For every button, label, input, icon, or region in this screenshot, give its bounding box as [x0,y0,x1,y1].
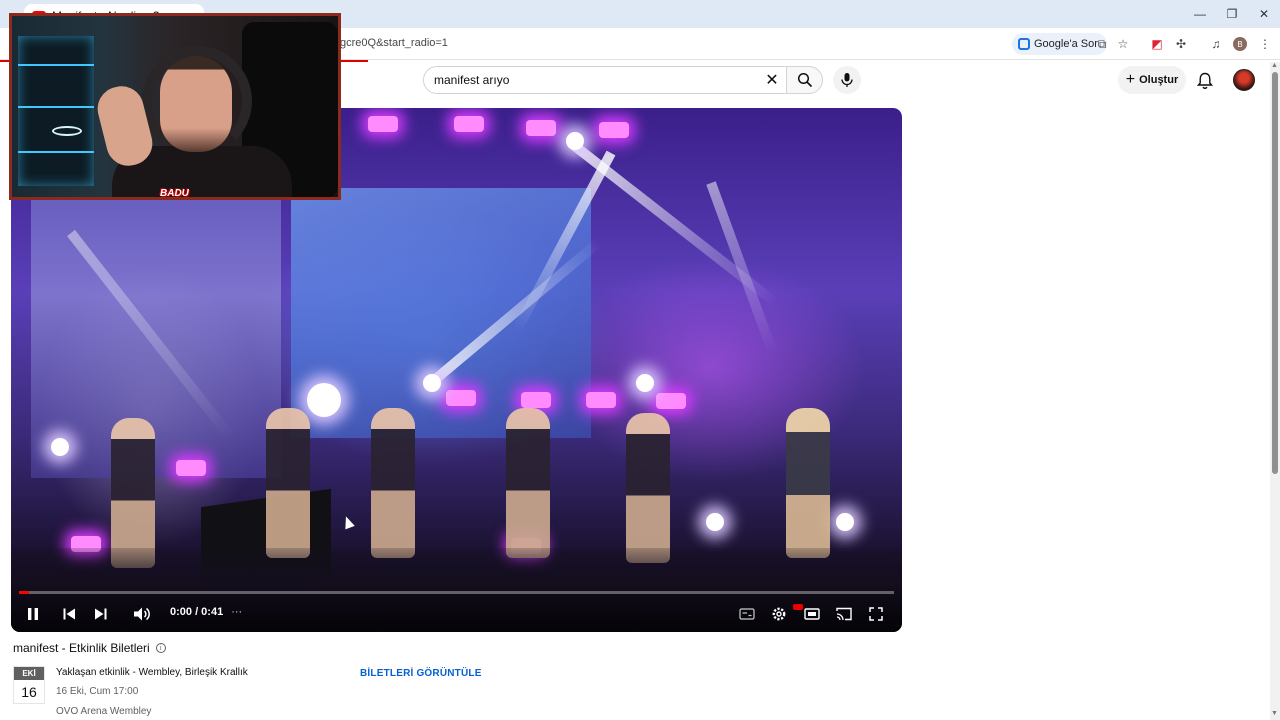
event-datetime: 16 Eki, Cum 17:00 [56,686,139,697]
media-control-icon[interactable]: ♫ [1207,35,1225,53]
webcam-shelf [18,36,94,186]
webcam-person-face [160,56,232,152]
video-progress-fill [19,591,29,594]
video-stage-light [176,460,206,476]
scrollbar-thumb[interactable] [1272,72,1278,474]
user-avatar[interactable] [1233,69,1255,91]
microphone-icon [841,73,853,87]
scroll-up-arrow-icon[interactable]: ▲ [1271,62,1278,69]
pause-icon[interactable] [23,602,43,626]
profile-icon[interactable]: B [1231,35,1249,53]
video-spotlight [836,513,854,531]
event-date-badge: EKİ 16 [13,666,45,704]
next-icon[interactable] [91,602,111,626]
video-stage-light [586,392,616,408]
close-window-icon[interactable]: ✕ [1248,0,1280,28]
video-stage-light [526,120,556,136]
video-performer [371,408,415,558]
voice-search-button[interactable] [833,66,861,94]
settings-gear-icon[interactable] [768,602,790,626]
event-venue: OVO Arena Wembley [56,706,152,717]
extensions-puzzle-icon[interactable]: ✣ [1172,35,1190,53]
webcam-channel-logo: BADU [160,188,189,199]
theater-mode-icon[interactable] [801,602,823,626]
bookmark-star-icon[interactable]: ☆ [1114,35,1132,53]
search-query: manifest arıyo [434,73,510,87]
video-spotlight [636,374,654,392]
video-spotlight [566,132,584,150]
video-stage-light [446,390,476,406]
install-app-icon[interactable]: ⧉ [1093,35,1111,53]
event-month: EKİ [14,667,44,680]
fullscreen-icon[interactable] [866,602,886,626]
video-performer [266,408,310,558]
webcam-shelf-light [18,106,94,108]
subtitles-icon[interactable] [737,602,757,626]
window-controls: — ❐ ✕ [1184,0,1280,28]
video-spotlight [51,438,69,456]
previous-icon[interactable] [59,602,79,626]
view-tickets-button[interactable]: BİLETLERİ GÖRÜNTÜLE [360,668,482,679]
plus-icon: + [1125,71,1136,88]
webcam-shelf-light [18,151,94,153]
streamer-webcam-overlay: BADU [9,13,341,200]
video-spotlight [307,383,341,417]
clear-search-icon[interactable]: ✕ [758,70,786,90]
create-button[interactable]: + Oluştur [1118,66,1186,94]
notifications-bell-icon[interactable] [1194,70,1216,92]
search-button[interactable] [786,66,823,94]
extension-red-icon[interactable]: ◩ [1148,35,1166,53]
video-time-display: 0:00 / 0:41 ··· [170,606,242,618]
video-spotlight [706,513,724,531]
search-input[interactable]: manifest arıyo ✕ [423,66,787,94]
event-description: Yaklaşan etkinlik - Wembley, Birleşik Kr… [56,667,248,678]
ask-google-label: Google'a Sor [1034,38,1098,50]
video-stage-light [454,116,484,132]
video-performer [111,418,155,568]
video-stage-light [656,393,686,409]
profile-initial: B [1233,37,1247,51]
address-bar-text[interactable]: gcre0Q&start_radio=1 [340,37,448,49]
video-light-beam [706,181,778,354]
chapter-dots: ··· [231,606,243,618]
webcam-shelf-light [18,64,94,66]
scroll-down-arrow-icon[interactable]: ▼ [1271,710,1278,717]
minimize-icon[interactable]: — [1184,0,1216,28]
video-stage-light [599,122,629,138]
video-performer [786,408,830,558]
video-performer [626,413,670,563]
event-day: 16 [21,684,37,700]
video-spotlight [423,374,441,392]
video-stage-light [368,116,398,132]
create-label: Oluştur [1139,74,1179,86]
google-lens-icon [1018,38,1030,50]
tickets-title-text: manifest - Etkinlik Biletleri [13,641,150,655]
video-progress-bar[interactable] [19,591,894,594]
video-stage-light [521,392,551,408]
browser-menu-icon[interactable]: ⋮ [1256,35,1274,53]
restore-icon[interactable]: ❐ [1216,0,1248,28]
volume-icon[interactable] [130,602,154,626]
info-icon[interactable]: i [155,643,166,653]
tickets-section-title: manifest - Etkinlik Biletleri i [13,641,166,655]
search-icon [797,72,812,88]
webcam-led-ring [52,126,82,136]
video-time-text: 0:00 / 0:41 [170,606,224,618]
video-performer [506,408,550,558]
cast-icon[interactable] [833,602,855,626]
